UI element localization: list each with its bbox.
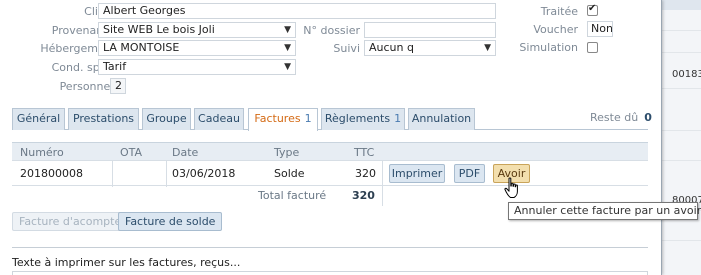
column-header: Date bbox=[172, 146, 199, 159]
invoice-table-header: Numéro OTA Date Type TTC bbox=[12, 142, 648, 160]
provenance-select[interactable]: Site WEB Le bois Joli ▼ bbox=[98, 22, 296, 38]
tab-groupe[interactable]: Groupe bbox=[142, 108, 191, 130]
background-number: 00183 bbox=[672, 69, 701, 80]
voucher-label: Voucher bbox=[533, 23, 578, 36]
tab-count: 1 bbox=[304, 112, 312, 125]
column-header: Type bbox=[274, 146, 300, 159]
invoice-number: 201800008 bbox=[20, 167, 83, 180]
cond-spec-value: Tarif bbox=[103, 60, 127, 73]
tab-label: Groupe bbox=[146, 112, 187, 125]
table-row: 201800008 03/06/2018 Solde 320 Imprimer … bbox=[12, 160, 648, 187]
background-list bbox=[662, 0, 701, 275]
traitee-checkbox[interactable] bbox=[587, 3, 598, 16]
voucher-field[interactable]: Non bbox=[587, 21, 613, 37]
cond-spec-select[interactable]: Tarif ▼ bbox=[98, 59, 296, 75]
background-row-line bbox=[662, 52, 701, 53]
tab-label: Cadeau bbox=[198, 112, 240, 125]
tab-factures[interactable]: Factures 1 bbox=[248, 108, 318, 131]
tab-label: Règlements bbox=[324, 112, 391, 125]
facture-solde-button[interactable]: Facture de solde bbox=[118, 212, 223, 231]
cell-divider bbox=[382, 186, 383, 206]
tab-label: Prestations bbox=[72, 112, 135, 125]
background-row-line bbox=[662, 130, 701, 131]
invoice-ttc: 320 bbox=[355, 167, 376, 180]
hand-cursor-icon bbox=[504, 177, 518, 198]
personnes-label: Personnes bbox=[59, 80, 116, 93]
personnes-field[interactable]: 2 bbox=[110, 78, 126, 94]
tab-general[interactable]: Général bbox=[12, 108, 65, 130]
column-header: TTC bbox=[354, 146, 375, 159]
print-text-area[interactable] bbox=[12, 271, 648, 275]
hebergement-select[interactable]: LA MONTOISE ▼ bbox=[98, 40, 296, 56]
divider bbox=[12, 247, 648, 248]
tab-label: Factures bbox=[254, 112, 301, 125]
tab-cadeau[interactable]: Cadeau bbox=[194, 108, 244, 130]
tab-annulation[interactable]: Annulation bbox=[408, 108, 475, 130]
traitee-label: Traitée bbox=[540, 5, 578, 18]
tab-prestations[interactable]: Prestations bbox=[68, 108, 139, 130]
reste-du-value: 0 bbox=[644, 111, 652, 124]
hebergement-value: LA MONTOISE bbox=[103, 41, 180, 54]
facture-acompte-button[interactable]: Facture d'acompte bbox=[12, 212, 129, 231]
simulation-label: Simulation bbox=[519, 41, 578, 54]
suivi-select[interactable]: Aucun q ▼ bbox=[364, 40, 496, 56]
invoice-date: 03/06/2018 bbox=[172, 167, 236, 180]
background-row-line bbox=[662, 88, 701, 89]
pdf-button[interactable]: PDF bbox=[454, 164, 485, 183]
print-text-label: Texte à imprimer sur les factures, reçus… bbox=[12, 256, 241, 269]
dossier-field[interactable] bbox=[364, 22, 496, 38]
background-header bbox=[662, 0, 701, 10]
background-row-line bbox=[662, 30, 701, 31]
reste-du-label: Reste dû bbox=[590, 111, 639, 124]
print-button[interactable]: Imprimer bbox=[389, 164, 445, 183]
cell-divider bbox=[112, 161, 113, 187]
simulation-checkbox[interactable] bbox=[587, 42, 598, 53]
invoice-type: Solde bbox=[274, 167, 305, 180]
dropdown-arrow-icon: ▼ bbox=[284, 43, 291, 53]
reste-du: Reste dû 0 bbox=[590, 111, 652, 124]
avoir-tooltip: Annuler cette facture par un avoir bbox=[508, 202, 701, 220]
dropdown-arrow-icon: ▼ bbox=[284, 25, 291, 35]
tab-label: Général bbox=[16, 112, 61, 125]
tab-count: 1 bbox=[394, 112, 402, 125]
cell-divider bbox=[382, 161, 383, 187]
tab-bar: Général Prestations Groupe Cadeau Factur… bbox=[12, 108, 648, 131]
suivi-label: Suivi bbox=[333, 42, 360, 55]
column-header: OTA bbox=[120, 146, 143, 159]
background-row-line bbox=[662, 240, 701, 241]
suivi-value: Aucun q bbox=[369, 41, 414, 54]
cell-divider bbox=[166, 161, 167, 187]
reservation-dialog: Client Provenance Hébergement Cond. spéc… bbox=[0, 0, 662, 275]
total-label: Total facturé bbox=[258, 189, 327, 202]
tab-reglements[interactable]: Règlements 1 bbox=[321, 108, 405, 130]
dropdown-arrow-icon: ▼ bbox=[484, 43, 491, 53]
total-value: 320 bbox=[352, 189, 375, 202]
background-row-line bbox=[662, 160, 701, 161]
column-header: Numéro bbox=[20, 146, 64, 159]
dossier-label: N° dossier bbox=[303, 24, 360, 37]
dropdown-arrow-icon: ▼ bbox=[284, 62, 291, 72]
provenance-value: Site WEB Le bois Joli bbox=[103, 23, 215, 36]
tab-label: Annulation bbox=[411, 112, 472, 125]
client-field[interactable]: Albert Georges bbox=[98, 3, 496, 19]
